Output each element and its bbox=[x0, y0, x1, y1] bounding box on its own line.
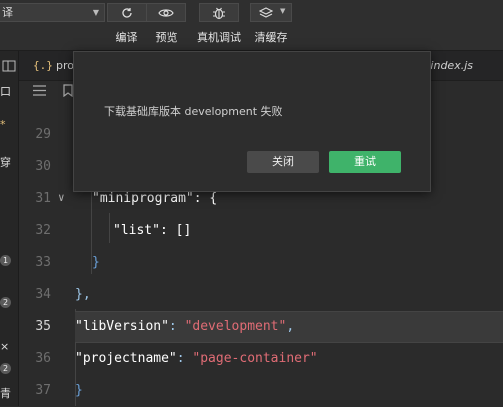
code-text: }, bbox=[75, 287, 91, 302]
code-line: 37 } bbox=[19, 375, 503, 407]
sidebar-glyph: 口 bbox=[0, 85, 11, 98]
eye-icon bbox=[158, 8, 174, 17]
sidebar-strip: 口 * 穿 1 2 × 2 青 bbox=[0, 51, 19, 406]
list-icon[interactable] bbox=[33, 85, 46, 96]
line-number: 34 bbox=[35, 287, 51, 302]
download-error-dialog: 下载基础库版本 development 失败 关闭 重试 bbox=[73, 51, 431, 192]
close-icon[interactable]: × bbox=[0, 340, 18, 353]
code-line: 34 }, bbox=[19, 279, 503, 311]
compile-label: 编译 bbox=[115, 31, 138, 44]
code-line: 35 "libVersion": "development", bbox=[19, 311, 503, 343]
code-text: "list": [] bbox=[113, 223, 192, 238]
compile-preview-group bbox=[107, 3, 186, 22]
preview-label: 预览 bbox=[155, 31, 178, 44]
mode-select-value: 译 bbox=[2, 6, 13, 19]
line-number: 35 bbox=[35, 319, 51, 334]
split-icon[interactable] bbox=[2, 60, 16, 72]
line-number: 29 bbox=[35, 127, 51, 142]
bug-icon bbox=[213, 7, 225, 19]
fold-chevron-icon[interactable]: ∨ bbox=[58, 182, 65, 214]
line-number: 32 bbox=[35, 223, 51, 238]
sidebar-glyph: * bbox=[0, 118, 6, 131]
code-text: "projectname": "page-container" bbox=[75, 351, 318, 366]
retry-button[interactable]: 重试 bbox=[329, 151, 401, 173]
clear-cache-label: 清缓存 bbox=[254, 31, 288, 44]
close-button[interactable]: 关闭 bbox=[247, 151, 319, 173]
code-text: } bbox=[92, 255, 100, 270]
refresh-icon bbox=[122, 7, 132, 18]
line-number: 37 bbox=[35, 383, 51, 398]
line-number: 33 bbox=[35, 255, 51, 270]
tab-index-js[interactable]: index.js bbox=[430, 59, 473, 72]
remote-debug-button[interactable] bbox=[199, 3, 239, 22]
bookmark-icon[interactable] bbox=[63, 84, 73, 97]
code-line: 33 } bbox=[19, 247, 503, 279]
count-badge: 2 bbox=[0, 297, 11, 308]
clear-cache-button[interactable]: ▼ bbox=[250, 3, 292, 22]
tab-active[interactable]: pro bbox=[56, 59, 74, 72]
preview-button[interactable] bbox=[147, 4, 185, 21]
code-line: 32 "list": [] bbox=[19, 215, 503, 247]
layers-icon bbox=[259, 6, 273, 18]
line-number: 30 bbox=[35, 159, 51, 174]
sidebar-glyph: 青 bbox=[0, 387, 11, 400]
top-toolbar: 译 ▼ ▼ 编译 预览 真机调试 清缓存 bbox=[0, 0, 503, 51]
sidebar-glyph: 穿 bbox=[0, 156, 11, 169]
compile-button[interactable] bbox=[108, 4, 146, 21]
remote-debug-label: 真机调试 bbox=[197, 31, 241, 44]
code-text: } bbox=[75, 383, 83, 398]
dialog-message: 下载基础库版本 development 失败 bbox=[104, 105, 283, 118]
count-badge: 2 bbox=[0, 363, 11, 374]
line-number: 31 bbox=[35, 191, 51, 206]
mode-select[interactable]: 译 ▼ bbox=[0, 3, 105, 22]
line-number: 36 bbox=[35, 351, 51, 366]
count-badge: 1 bbox=[0, 255, 11, 266]
json-icon: {.} bbox=[33, 59, 53, 72]
chevron-down-icon: ▼ bbox=[92, 8, 99, 17]
code-text: "libVersion": "development", bbox=[75, 319, 295, 334]
code-line: 36 "projectname": "page-container" bbox=[19, 343, 503, 375]
chevron-down-icon: ▼ bbox=[280, 7, 286, 15]
